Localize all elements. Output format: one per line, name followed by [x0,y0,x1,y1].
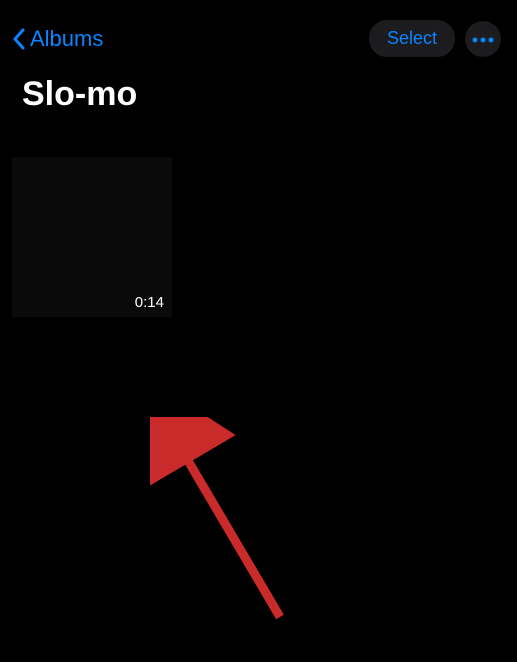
header-actions: Select [369,20,501,57]
video-thumbnail[interactable]: 0:14 [12,157,172,317]
back-button[interactable]: Albums [12,26,103,52]
title-section: Slo-mo [0,67,517,122]
content-area: 0:14 [0,122,517,542]
arrow-annotation [150,417,310,662]
header-bar: Albums Select [0,0,517,67]
select-button[interactable]: Select [369,20,455,57]
more-button[interactable] [465,21,501,57]
chevron-left-icon [12,28,26,50]
video-duration: 0:14 [135,294,164,311]
ellipsis-icon [472,31,494,46]
page-title: Slo-mo [22,75,495,114]
back-label: Albums [30,26,103,52]
